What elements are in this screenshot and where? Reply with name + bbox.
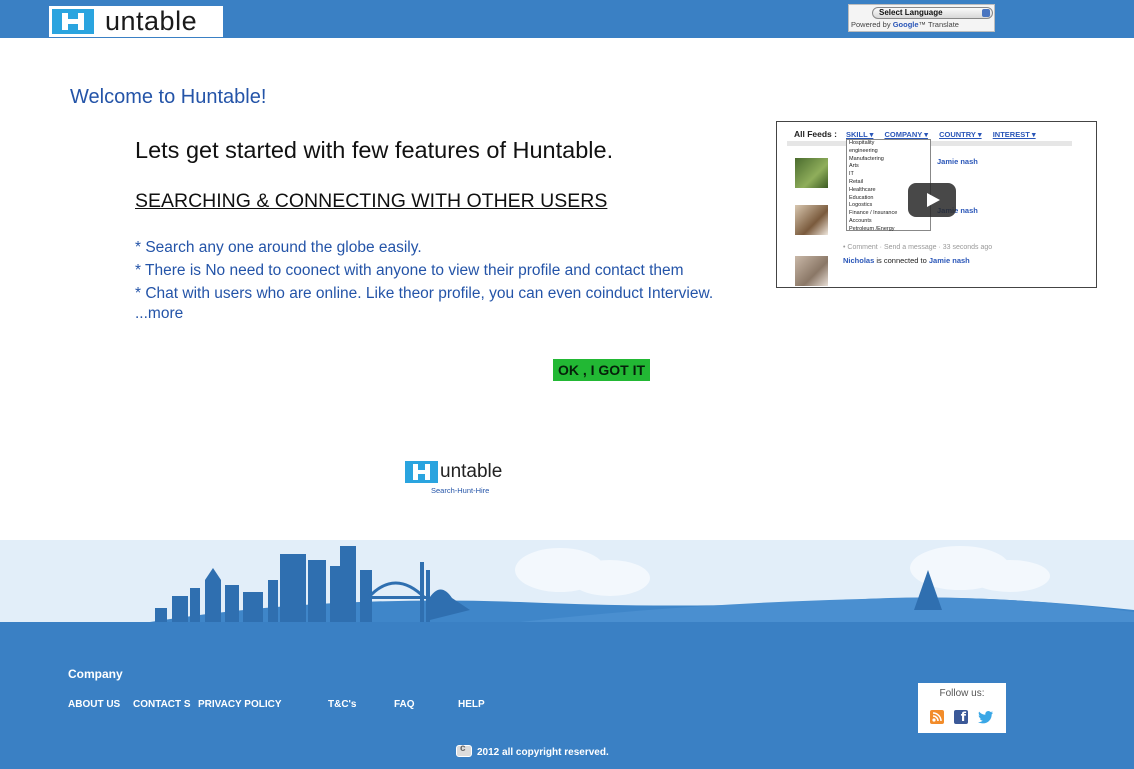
video-feed-line: Nicholas is connected to Jamie nash [843, 256, 970, 265]
logo2-tagline: Search-Hunt-Hire [431, 486, 490, 495]
logo-h-icon [405, 461, 438, 483]
footer-link-about-us[interactable]: ABOUT US [68, 699, 120, 710]
header-bar: untable Select Language Powered by Googl… [0, 0, 1134, 38]
video-feed-line: Jamie nash [937, 157, 978, 166]
video-feed-meta: • Comment · Send a message · 33 seconds … [843, 244, 993, 251]
follow-us-label: Follow us: [939, 688, 985, 699]
video-filter-skill: SKILL ▾ [846, 130, 874, 139]
video-dropdown-item: Hospitality [849, 140, 875, 146]
video-filter-country: COUNTRY ▾ [939, 130, 982, 139]
footer-link-privacy-policy[interactable]: PRIVACY POLICY [198, 699, 282, 710]
footer-link-contact[interactable]: CONTACT S [133, 699, 191, 710]
video-avatar [795, 205, 828, 235]
ok-got-it-button[interactable]: OK , I GOT IT [553, 359, 650, 381]
dropdown-arrow-icon [982, 9, 990, 17]
select-language-dropdown[interactable]: Select Language [872, 7, 993, 19]
twitter-icon[interactable] [978, 710, 994, 724]
video-avatar [795, 256, 828, 286]
play-icon[interactable] [908, 183, 956, 217]
facebook-icon[interactable]: f [954, 710, 968, 724]
video-dropdown-item: engineering [849, 147, 878, 154]
logo-h-icon [52, 9, 94, 34]
footer-link-terms[interactable]: T&C's [328, 699, 357, 710]
follow-us-box: Follow us: f [918, 683, 1006, 733]
google-translate-widget: Select Language Powered by Google™ Trans… [848, 4, 995, 32]
feature-item: * There is No need to coonect with anyon… [135, 262, 684, 279]
video-dropdown-item: Accounts [849, 217, 872, 224]
footer-company-heading: Company [68, 667, 123, 681]
video-dropdown-item: Manufactering [849, 155, 884, 162]
footer-link-faq[interactable]: FAQ [394, 699, 415, 710]
video-feeds-label: All Feeds : [794, 129, 837, 139]
powered-by-google: Powered by Google™ Translate [851, 20, 959, 29]
logo2-text: untable [440, 461, 503, 482]
video-dropdown-item: Petroleum /Energy [849, 225, 895, 232]
feature-item: * Search any one around the globe easily… [135, 239, 422, 256]
video-filter-bar: SKILL ▾ COMPANY ▾ COUNTRY ▾ INTEREST ▾ [846, 130, 1045, 139]
feature-list: * Search any one around the globe easily… [135, 236, 713, 305]
footer-link-help[interactable]: HELP [458, 699, 485, 710]
copyright-text: 2012 all copyright reserved. [456, 743, 609, 758]
feature-item: * Chat with users who are online. Like t… [135, 285, 714, 302]
copyright-icon [456, 743, 472, 757]
logo-text: untable [105, 6, 198, 36]
select-language-label: Select Language [879, 8, 943, 17]
huntable-logo[interactable]: untable [49, 6, 223, 37]
tutorial-video[interactable]: All Feeds : SKILL ▾ COMPANY ▾ COUNTRY ▾ … [776, 121, 1097, 288]
video-filter-company: COMPANY ▾ [884, 130, 928, 139]
video-avatar [795, 158, 828, 188]
huntable-footer-logo: untable Search-Hunt-Hire [405, 460, 517, 498]
intro-text: Lets get started with few features of Hu… [135, 137, 614, 163]
section-title: SEARCHING & CONNECTING WITH OTHER USERS [135, 190, 608, 212]
video-dropdown-item: IT [849, 171, 854, 178]
video-filter-interest: INTEREST ▾ [992, 130, 1036, 139]
more-link[interactable]: ...more [135, 305, 183, 323]
welcome-heading: Welcome to Huntable! [70, 86, 267, 108]
blog-icon[interactable] [930, 710, 944, 724]
video-dropdown-item: Arts [849, 163, 859, 170]
